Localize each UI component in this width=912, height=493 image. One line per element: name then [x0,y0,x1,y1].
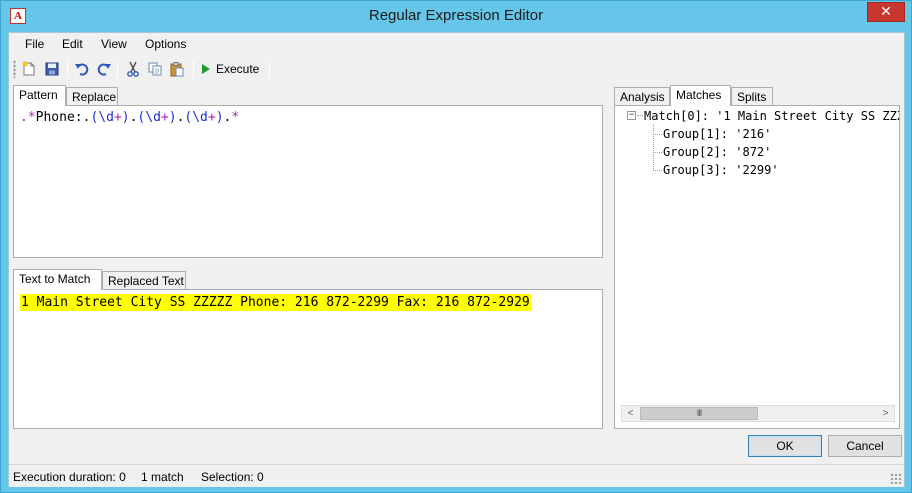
regex-editor-window: A Regular Expression Editor ✕ File Edit … [0,0,912,493]
cancel-button[interactable]: Cancel [828,435,902,457]
new-button[interactable] [19,60,38,78]
tab-matches[interactable]: Matches [670,85,731,106]
client-area: File Edit View Options Execute Pattern R… [8,32,905,487]
paste-icon [170,62,183,77]
redo-icon [97,63,111,76]
tree-connector [653,170,662,171]
pattern-token: ) [215,110,224,125]
match-highlight-text[interactable]: 1 Main Street City SS ZZZZZ Phone: 216 8… [20,294,531,311]
menu-bar: File Edit View Options [9,33,904,55]
horizontal-scrollbar[interactable]: < III > [621,405,895,422]
toolbar: Execute [9,56,904,82]
play-icon [202,64,210,74]
menu-edit[interactable]: Edit [62,37,83,51]
collapse-icon[interactable]: − [627,111,636,120]
pattern-text[interactable]: .*Phone:.(\d+).(\d+).(\d+).* [20,110,239,125]
match-node[interactable]: Match[0]: '1 Main Street City SS ZZZ [644,107,899,125]
status-bar: Execution duration: 0 1 match Selection:… [9,464,904,487]
tab-text-to-match[interactable]: Text to Match [13,269,102,290]
scroll-left-icon[interactable]: < [622,406,639,421]
scroll-right-icon[interactable]: > [877,406,894,421]
new-icon [21,61,34,76]
results-tabstrip: Analysis Matches Splits [614,85,900,106]
cut-icon [126,61,139,77]
menu-options[interactable]: Options [145,37,186,51]
ok-button[interactable]: OK [748,435,822,457]
title-bar[interactable]: A Regular Expression Editor ✕ [1,1,911,32]
window-title: Regular Expression Editor [368,7,544,24]
undo-button[interactable] [72,60,91,78]
pattern-token: Phone: [35,110,83,125]
menu-file[interactable]: File [25,37,44,51]
pattern-tabstrip: Pattern Replace [13,85,603,106]
status-selection: Selection: 0 [201,470,264,484]
save-button[interactable] [42,60,61,78]
pattern-token: . [20,110,28,125]
status-match-count: 1 match [141,470,184,484]
resize-grip[interactable] [890,473,902,485]
matches-tree[interactable]: − Match[0]: '1 Main Street City SS ZZZ G… [614,105,900,429]
pattern-token: ) [168,110,177,125]
execute-label: Execute [216,62,260,76]
text-tabstrip: Text to Match Replaced Text [13,269,603,290]
scroll-thumb[interactable]: III [640,407,758,420]
undo-icon [74,63,88,76]
status-duration: Execution duration: 0 [13,470,126,484]
copy-button[interactable] [145,60,164,78]
tree-connector [653,152,662,153]
toolbar-separator [269,61,270,78]
pattern-token: ) [121,110,130,125]
pattern-token: + [160,110,169,125]
execute-button[interactable]: Execute [201,60,259,78]
tree-connector [653,134,662,135]
tab-replaced-text[interactable]: Replaced Text [102,271,186,289]
toolbar-separator [67,61,68,78]
menu-view[interactable]: View [101,37,127,51]
pattern-token: \d [192,110,208,125]
close-button[interactable]: ✕ [867,2,905,22]
pattern-token: \d [98,110,114,125]
redo-button[interactable] [94,60,113,78]
tree-connector [653,124,654,169]
toolbar-separator [117,61,118,78]
pattern-token: * [27,110,36,125]
toolbar-separator [193,61,194,78]
pattern-token: + [113,110,122,125]
save-icon [45,62,58,76]
tree-connector [637,115,643,116]
copy-icon [148,62,161,76]
group-node[interactable]: Group[2]: '872' [663,143,771,161]
tab-replace[interactable]: Replace [66,87,118,105]
tab-analysis[interactable]: Analysis [614,87,670,105]
cut-button[interactable] [123,60,142,78]
tab-splits[interactable]: Splits [731,87,773,105]
pattern-token: \d [145,110,161,125]
tab-pattern[interactable]: Pattern [13,85,66,106]
toolbar-grip[interactable] [13,60,16,78]
group-node[interactable]: Group[3]: '2299' [663,161,779,179]
pattern-token: * [231,110,240,125]
paste-button[interactable] [167,60,186,78]
pattern-token: + [207,110,216,125]
text-to-match-editor[interactable]: 1 Main Street City SS ZZZZZ Phone: 216 8… [13,289,603,429]
pattern-editor[interactable]: .*Phone:.(\d+).(\d+).(\d+).* [13,105,603,258]
group-node[interactable]: Group[1]: '216' [663,125,771,143]
